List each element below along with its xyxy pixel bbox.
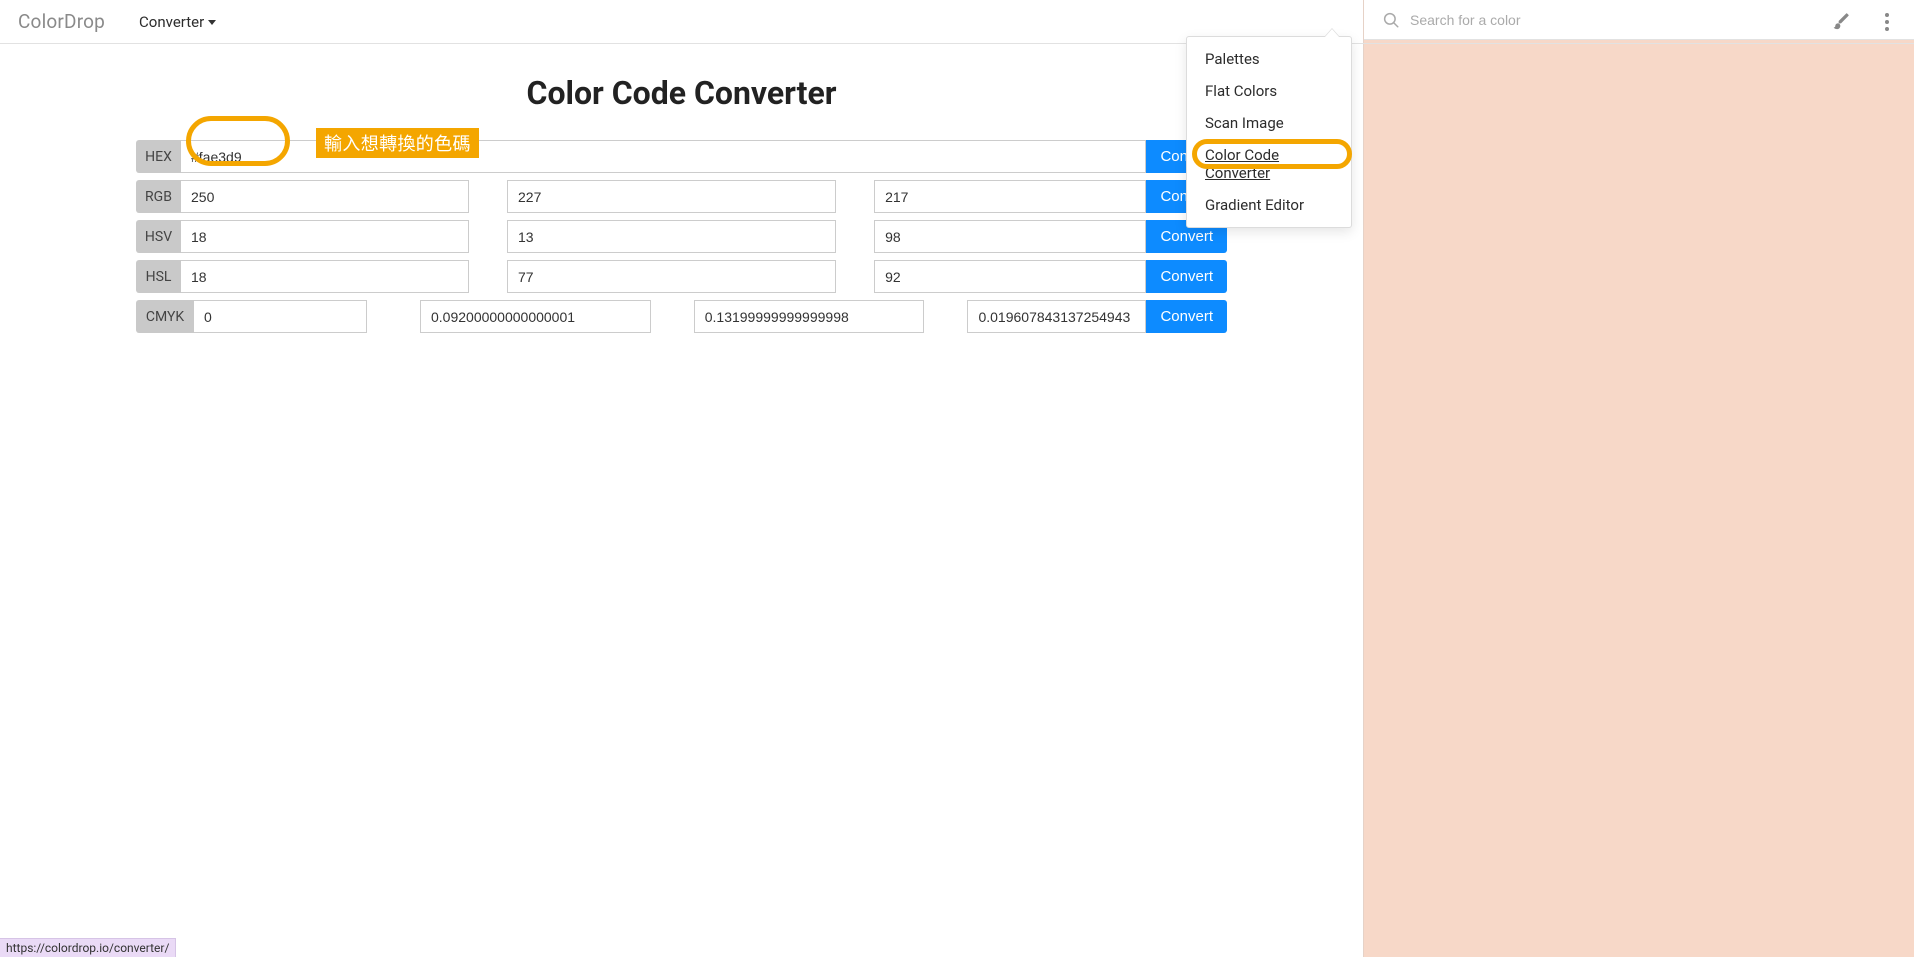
row-rgb: RGB Convert: [136, 180, 1227, 213]
input-hsl-h[interactable]: [181, 260, 469, 293]
row-hsv: HSV Convert: [136, 220, 1227, 253]
menu-flat-colors[interactable]: Flat Colors: [1187, 75, 1351, 107]
main-content: Color Code Converter HEX Convert RGB Con…: [0, 44, 1363, 957]
convert-cmyk-button[interactable]: Convert: [1146, 300, 1227, 333]
converter-rows: HEX Convert RGB Convert HSV Convert HSL: [136, 140, 1227, 333]
input-hsv-v[interactable]: [874, 220, 1146, 253]
menu-item-label: Flat Colors: [1205, 82, 1277, 100]
brush-icon[interactable]: [1832, 10, 1852, 34]
menu-gradient-editor[interactable]: Gradient Editor: [1187, 189, 1351, 221]
menu-color-code-converter[interactable]: Color Code Converter: [1187, 139, 1351, 189]
input-hsl-s[interactable]: [507, 260, 836, 293]
chevron-down-icon: [208, 20, 216, 25]
kebab-menu-icon[interactable]: [1878, 10, 1896, 34]
menu-item-label: Color Code Converter: [1205, 146, 1279, 182]
row-cmyk: CMYK Convert: [136, 300, 1227, 333]
nav-converter[interactable]: Converter: [139, 13, 216, 31]
input-hsv-h[interactable]: [181, 220, 469, 253]
annotation-label: 輸入想轉換的色碼: [316, 128, 479, 158]
menu-item-label: Scan Image: [1205, 114, 1284, 132]
row-hsl: HSL Convert: [136, 260, 1227, 293]
label-hsl: HSL: [136, 260, 181, 293]
menu-item-label: Palettes: [1205, 50, 1260, 68]
label-cmyk: CMYK: [136, 300, 194, 333]
label-rgb: RGB: [136, 180, 181, 213]
row-hex: HEX Convert: [136, 140, 1227, 173]
menu-palettes[interactable]: Palettes: [1187, 43, 1351, 75]
page-title: Color Code Converter: [0, 74, 1363, 112]
input-cmyk-m[interactable]: [420, 300, 651, 333]
input-rgb-r[interactable]: [181, 180, 469, 213]
brand-logo[interactable]: ColorDrop: [18, 10, 105, 33]
nav-converter-label: Converter: [139, 13, 204, 31]
top-bar: ColorDrop Converter: [0, 0, 1914, 44]
input-rgb-g[interactable]: [507, 180, 836, 213]
input-hsl-l[interactable]: [874, 260, 1146, 293]
convert-hsl-button[interactable]: Convert: [1146, 260, 1227, 293]
label-hsv: HSV: [136, 220, 181, 253]
input-cmyk-c[interactable]: [194, 300, 367, 333]
label-hex: HEX: [136, 140, 181, 173]
input-cmyk-y[interactable]: [694, 300, 925, 333]
input-hsv-s[interactable]: [507, 220, 836, 253]
input-rgb-b[interactable]: [874, 180, 1146, 213]
right-panel: [1363, 0, 1914, 957]
status-bar-url: https://colordrop.io/converter/: [0, 938, 176, 957]
menu-item-label: Gradient Editor: [1205, 196, 1304, 214]
input-cmyk-k[interactable]: [967, 300, 1146, 333]
menu-scan-image[interactable]: Scan Image: [1187, 107, 1351, 139]
tools-dropdown: Palettes Flat Colors Scan Image Color Co…: [1186, 36, 1352, 228]
